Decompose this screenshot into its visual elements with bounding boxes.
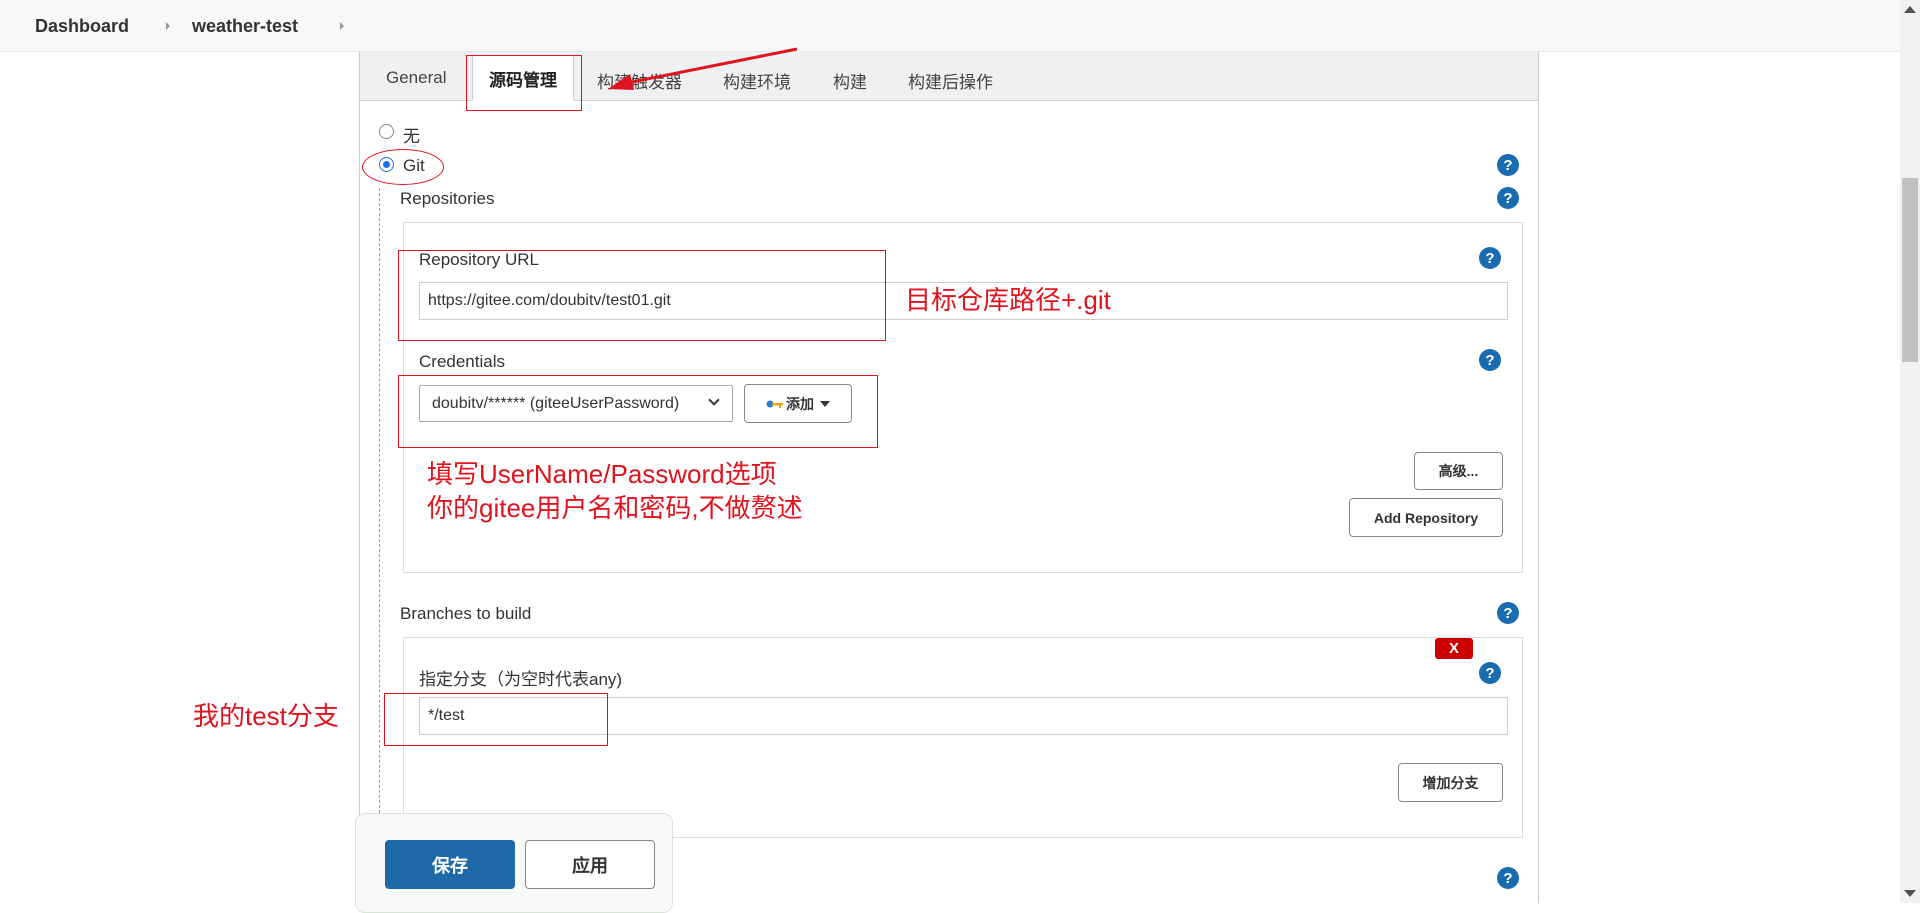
scroll-thumb[interactable]: [1902, 178, 1918, 362]
add-repository-button[interactable]: Add Repository: [1349, 498, 1503, 537]
annotation-arrow-icon: [608, 47, 798, 90]
annotation-ellipse-git: [362, 149, 444, 185]
scm-none-label: 无: [403, 127, 420, 146]
tab-general[interactable]: General: [386, 68, 446, 88]
help-icon[interactable]: ?: [1497, 867, 1519, 889]
delete-branch-button[interactable]: X: [1435, 638, 1473, 659]
repositories-title: Repositories: [400, 189, 495, 208]
annotation-box-repo-url: [398, 250, 886, 341]
branches-title: Branches to build: [400, 604, 532, 623]
apply-button[interactable]: 应用: [525, 840, 655, 889]
annotation-cred-note-line2: 你的gitee用户名和密码,不做赘述: [427, 493, 803, 523]
help-icon[interactable]: ?: [1497, 187, 1519, 209]
scroll-up-icon[interactable]: [1904, 6, 1916, 13]
breadcrumb-dashboard[interactable]: Dashboard: [35, 16, 129, 37]
add-branch-button[interactable]: 增加分支: [1398, 763, 1503, 802]
section-guide-line: [379, 188, 380, 848]
credentials-label: Credentials: [419, 352, 505, 371]
annotation-box-branch: [384, 693, 608, 746]
help-icon[interactable]: ?: [1497, 602, 1519, 624]
scm-none-radio[interactable]: [379, 124, 394, 139]
page-scrollbar[interactable]: [1900, 0, 1920, 903]
annotation-cred-note-line1: 填写UserName/Password选项: [427, 459, 777, 489]
tab-post-build[interactable]: 构建后操作: [908, 68, 993, 93]
scroll-down-icon[interactable]: [1904, 890, 1916, 897]
breadcrumb-bar: Dashboard weather-test: [0, 0, 1900, 52]
annotation-branch-note: 我的test分支: [193, 701, 339, 731]
save-button[interactable]: 保存: [385, 840, 515, 889]
help-icon[interactable]: ?: [1479, 247, 1501, 269]
help-icon[interactable]: ?: [1479, 662, 1501, 684]
annotation-box-credentials: [398, 375, 878, 448]
branch-specifier-label: 指定分支（为空时代表any): [419, 670, 623, 689]
annotation-repo-note: 目标仓库路径+.git: [905, 285, 1111, 315]
breadcrumb-job[interactable]: weather-test: [192, 16, 298, 37]
tab-build[interactable]: 构建: [833, 68, 867, 93]
breadcrumb-chevron-icon[interactable]: [340, 22, 344, 30]
breadcrumb-chevron-icon[interactable]: [166, 22, 170, 30]
help-icon[interactable]: ?: [1479, 349, 1501, 371]
advanced-button[interactable]: 高级...: [1414, 452, 1503, 490]
help-icon[interactable]: ?: [1497, 154, 1519, 176]
annotation-box-tab: [466, 55, 582, 111]
